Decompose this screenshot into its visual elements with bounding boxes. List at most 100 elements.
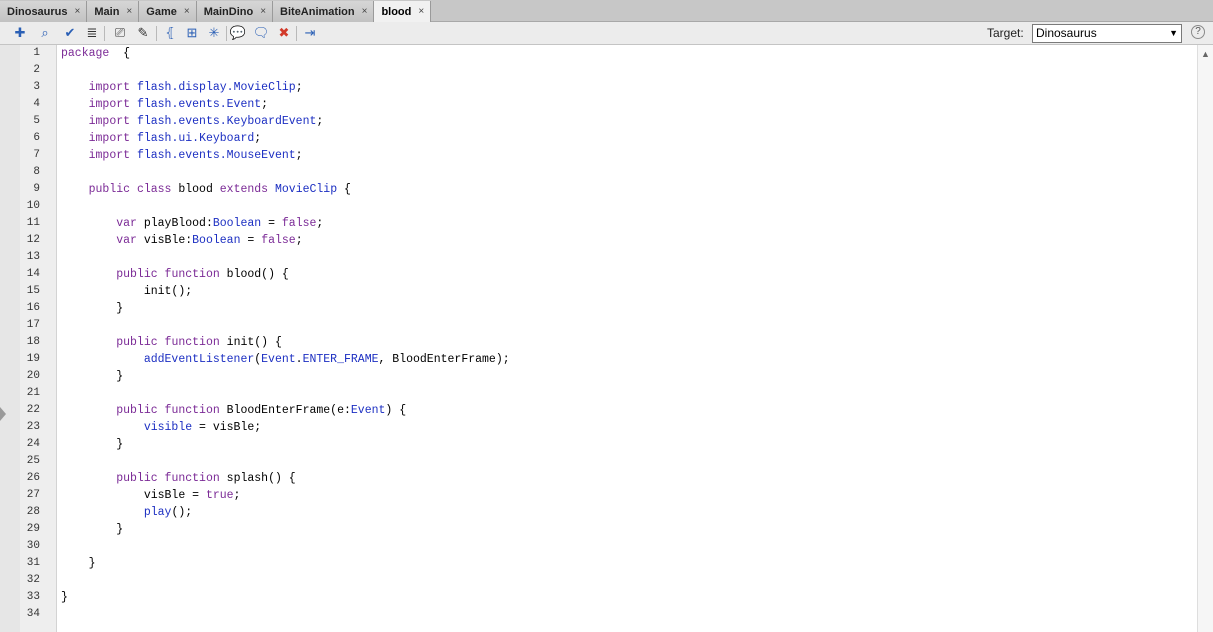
line-number: 5 — [33, 115, 40, 127]
line-number: 20 — [26, 370, 40, 382]
line-number: 10 — [26, 200, 40, 212]
tab-main[interactable]: Main × — [87, 1, 140, 22]
line-number: 7 — [33, 149, 40, 161]
close-icon[interactable]: × — [362, 6, 368, 17]
debug-options-icon[interactable]: ✎ — [135, 25, 151, 41]
line-number: 26 — [26, 472, 40, 484]
code-line[interactable]: public function BloodEnterFrame(e:Event)… — [61, 402, 406, 419]
scroll-up-icon[interactable]: ▲ — [1201, 49, 1210, 59]
line-number: 4 — [33, 98, 40, 110]
document-tab-bar: Dinosaurus × Main × Game × MainDino × BiteAnimat… — [0, 0, 1213, 22]
code-line[interactable]: import flash.events.MouseEvent; — [61, 147, 303, 164]
code-line[interactable]: import flash.events.Event; — [61, 96, 268, 113]
line-number: 18 — [26, 336, 40, 348]
code-line[interactable]: } — [61, 368, 123, 385]
line-number: 15 — [26, 285, 40, 297]
code-line[interactable]: var playBlood:Boolean = false; — [61, 215, 323, 232]
tab-label: BiteAnimation — [280, 5, 355, 18]
panel-collapse-strip[interactable] — [0, 45, 20, 632]
close-icon[interactable]: × — [126, 6, 132, 17]
line-number: 30 — [26, 540, 40, 552]
target-select[interactable]: Dinosaurus ▼ — [1032, 24, 1182, 43]
target-select-value: Dinosaurus — [1036, 26, 1097, 40]
tab-label: blood — [381, 5, 412, 18]
code-line[interactable]: addEventListener(Event.ENTER_FRAME, Bloo… — [61, 351, 510, 368]
line-number: 32 — [26, 574, 40, 586]
line-number: 27 — [26, 489, 40, 501]
code-line[interactable]: package { — [61, 45, 130, 62]
tab-label: Game — [146, 5, 177, 18]
line-number: 1 — [33, 47, 40, 59]
show-hide-toolbox-icon[interactable]: ⇥ — [302, 25, 318, 41]
help-icon[interactable]: ? — [1191, 25, 1205, 39]
expand-all-icon[interactable]: ✳ — [206, 25, 222, 41]
remove-comment-icon[interactable]: ✖ — [276, 25, 292, 41]
code-line[interactable]: public function init() { — [61, 334, 282, 351]
code-line[interactable]: } — [61, 521, 123, 538]
find-icon[interactable]: ⌕ — [37, 25, 53, 41]
line-number: 29 — [26, 523, 40, 535]
apply-line-comment-icon[interactable]: 🗨 — [253, 25, 270, 41]
line-number: 8 — [33, 166, 40, 178]
code-hint-icon[interactable]: ⎚ — [112, 25, 128, 41]
tab-blood[interactable]: blood × — [374, 1, 432, 22]
code-line[interactable]: } — [61, 589, 68, 606]
toolbar-separator — [226, 26, 227, 41]
code-line[interactable]: import flash.events.KeyboardEvent; — [61, 113, 324, 130]
apply-block-comment-icon[interactable]: 💬 — [230, 25, 246, 41]
auto-format-icon[interactable]: ≣ — [84, 25, 100, 41]
line-number: 12 — [26, 234, 40, 246]
script-editor[interactable]: 1 2 3 4 5 6 7 8 9 10 11 12 13 14 15 16 17 18 19 20 21 22 23 24 2… — [0, 45, 1213, 632]
code-line[interactable]: var visBle:Boolean = false; — [61, 232, 302, 249]
close-icon[interactable]: × — [184, 6, 190, 17]
tab-label: Dinosaurus — [7, 5, 68, 18]
line-number: 3 — [33, 81, 40, 93]
tab-dinosaurus[interactable]: Dinosaurus × — [0, 1, 88, 22]
code-line[interactable]: visible = visBle; — [61, 419, 261, 436]
code-line[interactable]: } — [61, 300, 123, 317]
line-number: 24 — [26, 438, 40, 450]
code-line[interactable]: public function blood() { — [61, 266, 289, 283]
line-number: 33 — [26, 591, 40, 603]
add-statement-icon[interactable]: ✚ — [12, 25, 28, 41]
code-line[interactable]: visBle = true; — [61, 487, 241, 504]
line-number: 13 — [26, 251, 40, 263]
code-line[interactable]: public class blood extends MovieClip { — [61, 181, 351, 198]
tab-label: Main — [94, 5, 120, 18]
check-syntax-icon[interactable]: ✔ — [62, 25, 78, 41]
collapse-arrow-icon[interactable] — [0, 407, 6, 421]
line-number: 9 — [33, 183, 40, 195]
code-line[interactable]: } — [61, 555, 96, 572]
close-icon[interactable]: × — [418, 6, 424, 17]
line-number: 11 — [26, 217, 40, 229]
vertical-scrollbar[interactable]: ▲ — [1197, 45, 1213, 632]
code-line[interactable]: init(); — [61, 283, 192, 300]
line-number: 28 — [26, 506, 40, 518]
line-number: 14 — [26, 268, 40, 280]
line-number: 16 — [26, 302, 40, 314]
code-line[interactable]: } — [61, 436, 123, 453]
chevron-down-icon: ▼ — [1169, 28, 1178, 38]
close-icon[interactable]: × — [75, 6, 81, 17]
line-number: 34 — [26, 608, 40, 620]
tab-biteanimation[interactable]: BiteAnimation × — [273, 1, 375, 22]
toolbar-separator — [296, 26, 297, 41]
collapse-selection-icon[interactable]: ⊞ — [184, 25, 200, 41]
line-number: 2 — [33, 64, 40, 76]
line-number: 31 — [26, 557, 40, 569]
line-number: 22 — [26, 404, 40, 416]
toolbar-separator — [104, 26, 105, 41]
code-line[interactable]: public function splash() { — [61, 470, 295, 487]
code-line[interactable]: play(); — [61, 504, 192, 521]
line-number: 25 — [26, 455, 40, 467]
collapse-between-braces-icon[interactable]: ⦃ — [162, 25, 178, 41]
line-number: 17 — [26, 319, 40, 331]
close-icon[interactable]: × — [260, 6, 266, 17]
line-number: 23 — [26, 421, 40, 433]
toolbar-separator — [156, 26, 157, 41]
tab-label: MainDino — [203, 5, 254, 18]
code-line[interactable]: import flash.display.MovieClip; — [61, 79, 303, 96]
tab-game[interactable]: Game × — [139, 1, 197, 22]
code-line[interactable]: import flash.ui.Keyboard; — [61, 130, 262, 147]
tab-maindino[interactable]: MainDino × — [196, 1, 274, 22]
